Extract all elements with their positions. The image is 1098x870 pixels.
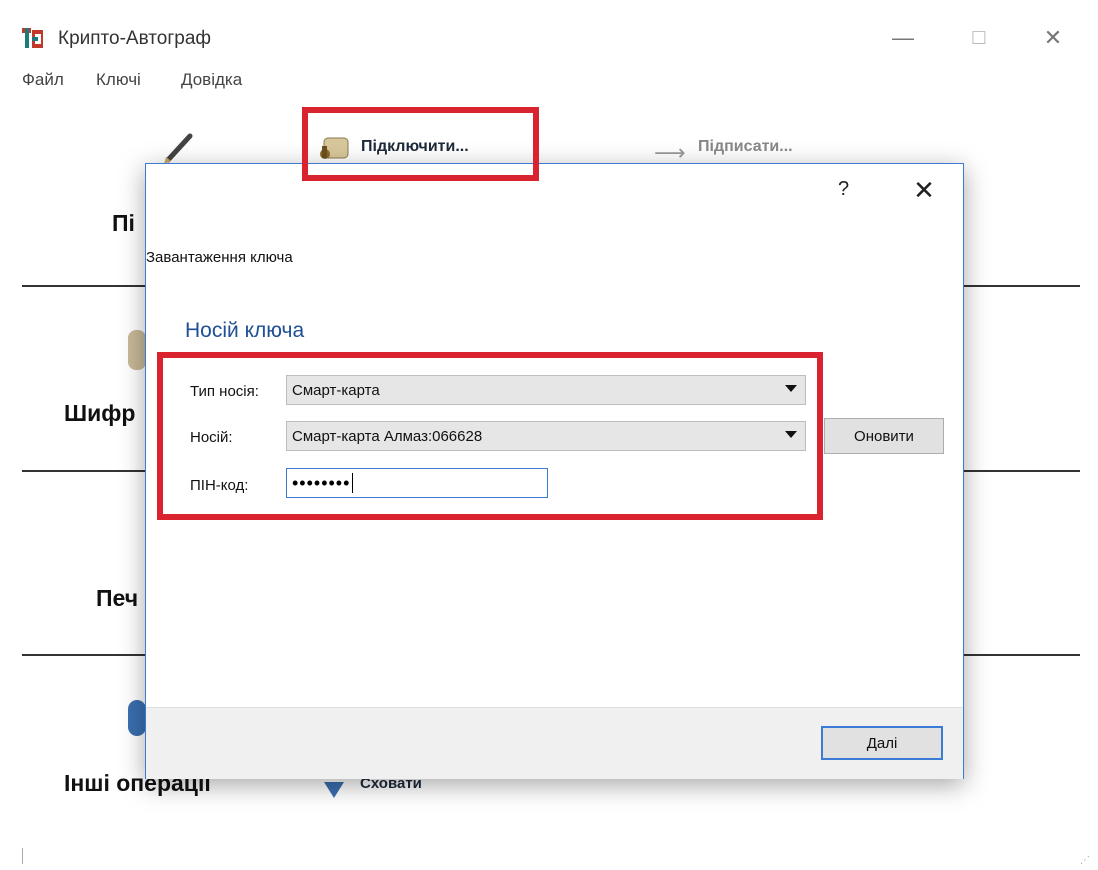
maximize-button[interactable]: ☐ (956, 18, 1002, 58)
help-button[interactable]: ? (838, 178, 849, 201)
app-title: Крипто-Автограф (58, 28, 212, 49)
dialog-title: Завантаження ключа (146, 249, 293, 266)
globe-icon (128, 700, 146, 736)
chevron-down-icon[interactable] (322, 778, 346, 805)
highlight-key-media (157, 352, 823, 520)
menu-file[interactable]: Файл (22, 70, 64, 90)
menu-help[interactable]: Довідка (181, 70, 242, 90)
menu-keys[interactable]: Ключі (96, 70, 141, 90)
app-logo-icon (22, 28, 44, 50)
section-sign-label: Пі (112, 210, 135, 236)
refresh-button[interactable]: Оновити (824, 418, 944, 454)
sign-button[interactable]: Підписати... (698, 138, 793, 156)
close-button[interactable]: ✕ (1030, 18, 1076, 58)
section-encrypt-label: Шифр (64, 400, 136, 426)
section-seal-label: Печ (96, 585, 139, 611)
dialog-footer: Далі (146, 707, 963, 779)
minimize-button[interactable]: — (880, 18, 926, 58)
resize-grip-icon[interactable]: ⋰ (1080, 855, 1090, 866)
highlight-connect (302, 107, 539, 181)
status-divider (22, 848, 23, 864)
section-heading: Носій ключа (185, 319, 305, 342)
dialog-close-button[interactable]: ✕ (904, 172, 944, 208)
lock-icon (128, 330, 146, 370)
next-button[interactable]: Далі (821, 726, 943, 760)
